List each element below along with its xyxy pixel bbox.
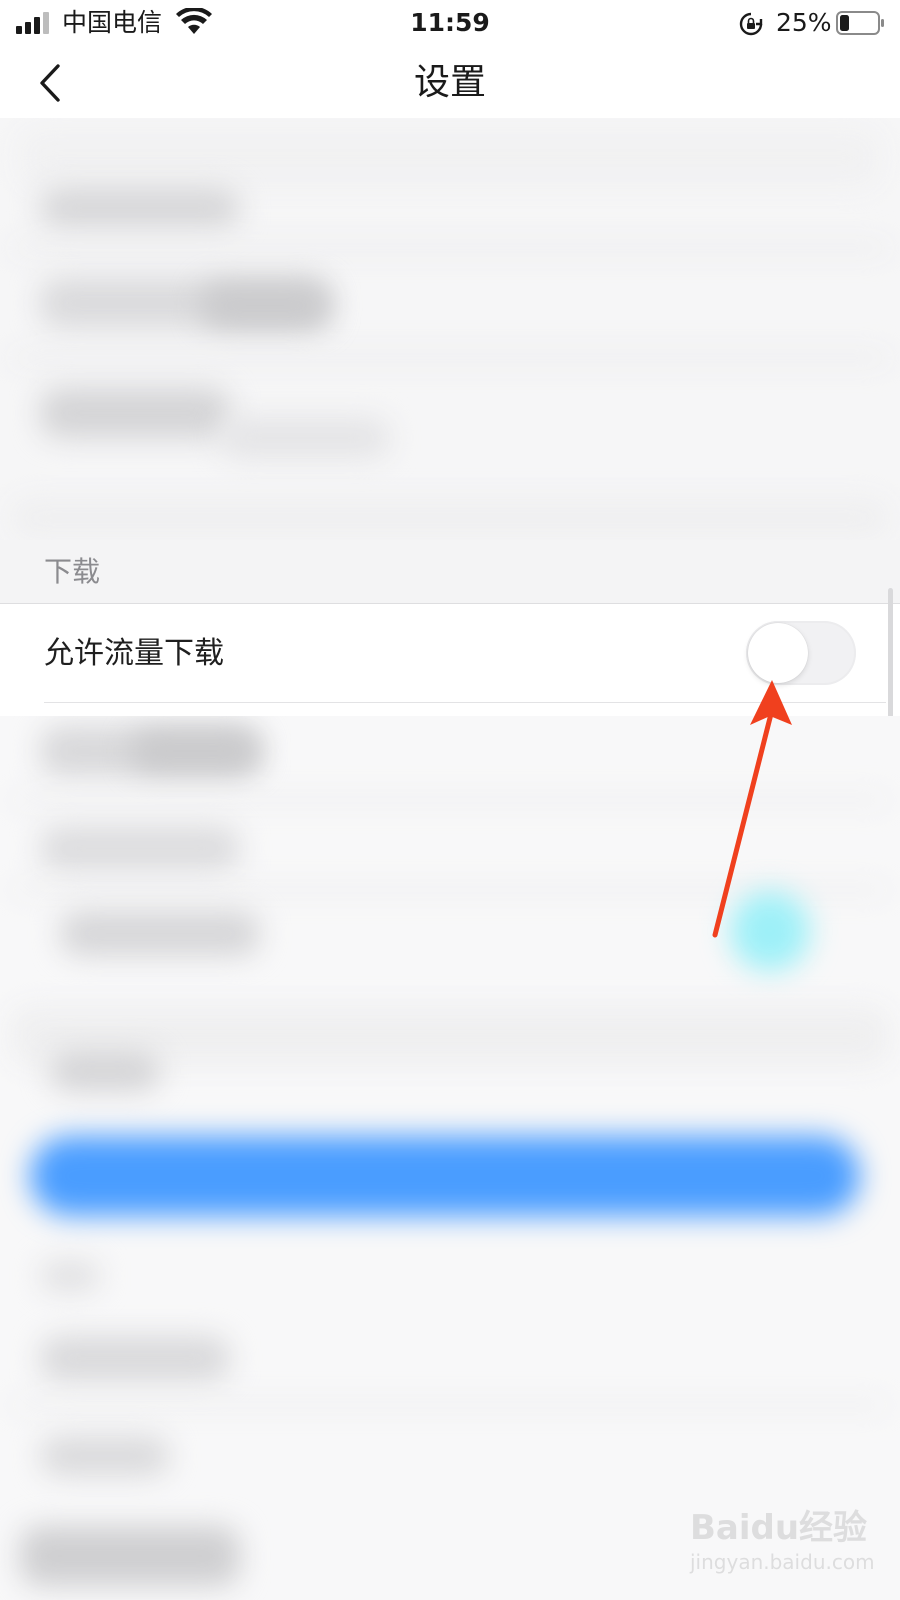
section-header-label: 下载: [44, 555, 101, 588]
blurred-primary-button: [30, 1136, 860, 1216]
navigation-bar: 设置: [0, 48, 900, 118]
toggle-knob: [748, 623, 808, 683]
battery-icon: [836, 11, 884, 35]
status-bar: 中国电信 11:59 25%: [0, 0, 900, 48]
section-header-download: 下载: [0, 540, 900, 603]
rotation-lock-icon: [739, 12, 763, 36]
scrollbar[interactable]: [888, 588, 893, 718]
clock: 11:59: [410, 8, 490, 37]
setting-label: 允许流量下载: [44, 636, 224, 671]
baidu-jingyan-logo: Baidu经验: [690, 1508, 868, 1548]
page-title: 设置: [413, 62, 486, 103]
battery-percent: 25%: [776, 8, 832, 37]
annotation-arrow: [712, 680, 792, 938]
blurred-settings-upper: [0, 118, 900, 540]
watermark-url: jingyan.baidu.com: [690, 1550, 875, 1574]
allow-cellular-download-toggle[interactable]: [746, 621, 856, 685]
settings-screen: 中国电信 11:59 25% 设置 下载 允许流量下载 Baidu经验 jing…: [0, 0, 900, 1600]
watermark: Baidu经验 jingyan.baidu.com: [690, 1500, 875, 1590]
